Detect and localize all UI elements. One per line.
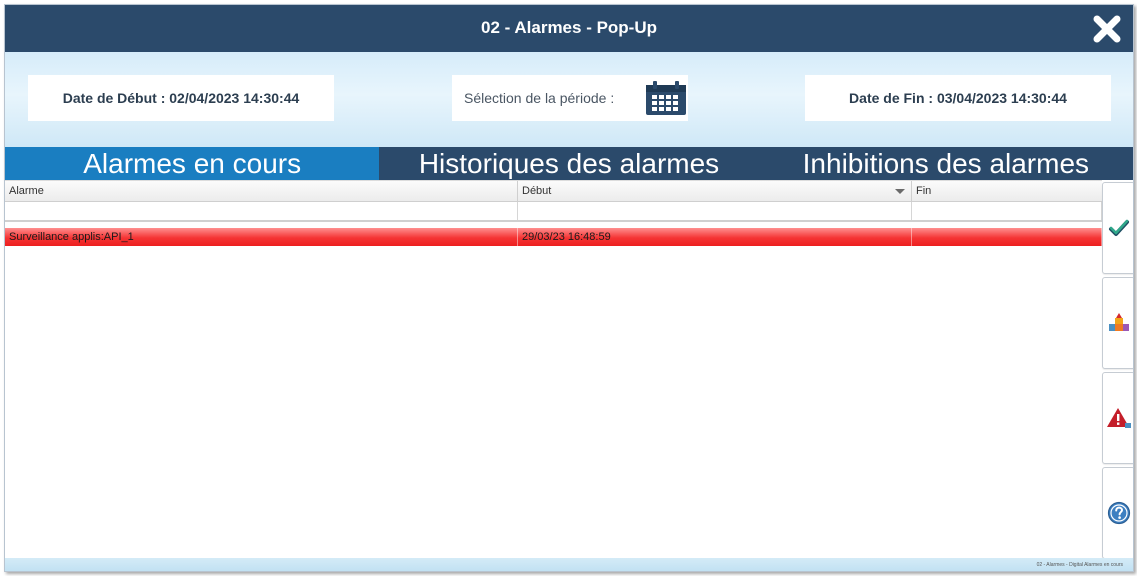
tab-inhibitions-des-alarmes[interactable]: Inhibitions des alarmes (759, 147, 1133, 180)
close-button[interactable] (1091, 13, 1123, 45)
filter-cell-alarme[interactable] (5, 202, 518, 220)
cell-alarme: Surveillance applis:API_1 (5, 228, 518, 246)
alarm-table: Alarme Début Fin Surveillance applis:API… (5, 180, 1102, 558)
cell-fin (912, 228, 1102, 246)
help-icon (1107, 501, 1130, 525)
sort-descending-icon (895, 189, 905, 194)
stacked-blocks-icon (1108, 313, 1129, 331)
table-row[interactable]: Surveillance applis:API_1 29/03/23 16:48… (5, 228, 1102, 246)
filter-cell-fin[interactable] (912, 202, 1102, 220)
title-bar: 02 - Alarmes - Pop-Up (5, 5, 1133, 52)
column-header-debut[interactable]: Début (518, 181, 912, 202)
filter-cell-debut[interactable] (518, 202, 912, 220)
end-date-box[interactable]: Date de Fin : 03/04/2023 14:30:44 (805, 75, 1111, 121)
status-text: 02 - Alarmes - Digital Alarmes en cours (1036, 562, 1123, 568)
tab-bar: Alarmes en cours Historiques des alarmes… (5, 147, 1133, 180)
tab-historiques-des-alarmes[interactable]: Historiques des alarmes (379, 147, 758, 180)
column-header-alarme[interactable]: Alarme (5, 181, 518, 202)
period-filter-bar: Date de Début : 02/04/2023 14:30:44 Séle… (5, 52, 1133, 147)
table-filter-row (5, 202, 1102, 222)
column-header-fin[interactable]: Fin (912, 181, 1102, 202)
calendar-button[interactable] (644, 81, 688, 117)
period-selection-box: Sélection de la période : (452, 75, 688, 121)
window-title: 02 - Alarmes - Pop-Up (480, 18, 658, 37)
tab-alarmes-en-cours[interactable]: Alarmes en cours (5, 147, 380, 180)
active-alarms-button[interactable] (1102, 372, 1133, 464)
calendar-icon (646, 81, 686, 115)
period-selection-label: Sélection de la période : (464, 90, 615, 106)
close-icon (1093, 15, 1121, 43)
inhibit-button[interactable] (1102, 277, 1133, 369)
checkmark-icon (1108, 219, 1129, 236)
column-header-debut-label: Début (522, 185, 552, 197)
status-bar: 02 - Alarmes - Digital Alarmes en cours (5, 558, 1133, 571)
help-button[interactable] (1102, 467, 1133, 559)
action-sidebar (1102, 180, 1133, 559)
start-date-label: Date de Début : 02/04/2023 14:30:44 (62, 90, 300, 106)
start-date-box[interactable]: Date de Début : 02/04/2023 14:30:44 (28, 75, 334, 121)
alarm-popup-window: 02 - Alarmes - Pop-Up Date de Début : 02… (4, 4, 1134, 572)
acknowledge-button[interactable] (1102, 182, 1133, 274)
cell-debut: 29/03/23 16:48:59 (518, 228, 912, 246)
table-header: Alarme Début Fin (5, 180, 1102, 202)
warning-triangle-icon (1106, 408, 1131, 428)
end-date-label: Date de Fin : 03/04/2023 14:30:44 (849, 90, 1067, 106)
